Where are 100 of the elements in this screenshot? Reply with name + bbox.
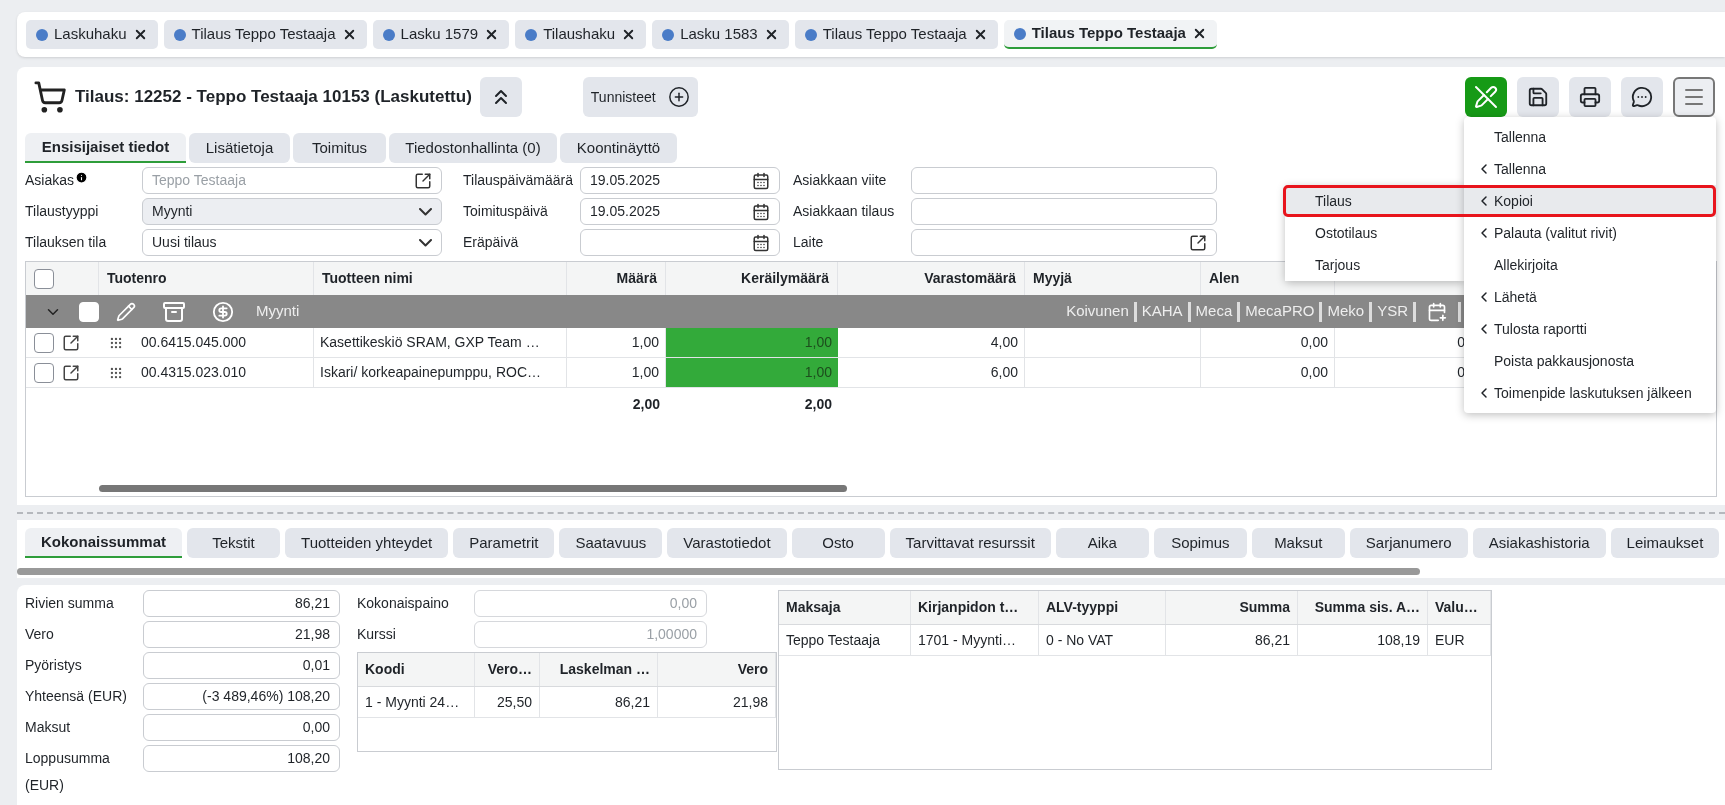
menu-item[interactable]: Allekirjoita [1464,249,1716,281]
comment-button[interactable] [1621,77,1663,117]
tab[interactable]: Aika [1055,528,1149,558]
tab-label[interactable]: Tilaus Teppo Testaaja [1031,22,1186,45]
column-header[interactable]: Vero… [487,659,532,680]
column-header[interactable]: Summa [1239,597,1290,618]
tab[interactable]: Sarjanumero [1349,528,1468,558]
column-header[interactable]: Kirjanpidon t… [918,597,1019,618]
menu-item[interactable]: Poista pakkausjonosta [1464,345,1716,377]
drag-handle-icon[interactable] [109,335,123,350]
tab[interactable]: Kokonaissummat [25,528,183,558]
tab[interactable]: Saatavuus [559,528,663,558]
tab[interactable]: Tekstit [187,528,281,558]
tab[interactable]: Ensisijaiset tiedot [25,133,186,163]
external-link-icon[interactable] [414,171,432,190]
tab[interactable]: Parametrit [453,528,555,558]
document-tab[interactable]: Tilaushaku [515,20,647,49]
tags-button[interactable]: Tunnisteet [582,77,698,117]
menu-item-label[interactable]: Tallenna [1494,158,1547,180]
archive-box-icon[interactable] [162,299,186,324]
scrollbar[interactable] [17,568,1420,575]
tab[interactable]: Tiedostonhallinta (0) [389,133,557,163]
print-button[interactable] [1569,77,1611,117]
document-tab[interactable]: Tilaus Teppo Testaaja [794,20,998,49]
pencil-icon[interactable] [116,301,136,322]
document-tab[interactable]: Laskuhaku [26,20,158,49]
menu-item-label[interactable]: Allekirjoita [1494,254,1558,276]
menu-item[interactable]: Lähetä [1464,281,1716,313]
tab[interactable]: Varastotiedot [667,528,787,558]
tab-label[interactable]: Lasku 1583 [680,23,758,46]
menu-item[interactable]: Ostotilaus [1285,217,1464,249]
tab[interactable]: Tarvittavat resurssit [889,528,1051,558]
input-field[interactable] [911,167,1217,194]
drag-handle-icon[interactable] [109,365,123,380]
menu-item[interactable]: Tallenna [1464,153,1716,185]
column-header[interactable]: Laskelman … [559,659,650,680]
column-header[interactable]: ALV-tyyppi [1046,597,1119,618]
menu-item-label[interactable]: Tallenna [1494,126,1547,148]
dropdown[interactable]: Uusi tilaus [142,229,442,256]
tab-label[interactable]: Laskuhaku [54,23,127,46]
collapse-button[interactable] [479,77,522,117]
column-header[interactable]: Tuotteen nimi [322,268,413,289]
calendar-plus-icon[interactable] [1427,301,1447,322]
column-header[interactable]: Määrä [616,268,657,289]
document-tab[interactable]: Lasku 1583 [652,20,789,49]
column-header[interactable]: Myyjä [1033,268,1072,289]
column-header[interactable]: Keräilymäärä [741,268,829,289]
external-link-icon[interactable] [1189,233,1207,252]
column-header[interactable]: Vero [737,659,768,680]
menu-item-label[interactable]: Palauta (valitut rivit) [1494,222,1617,244]
tab[interactable]: Lisätietoja [189,133,290,163]
calendar-icon[interactable] [752,233,770,252]
menu-item-label[interactable]: Toimenpide laskutuksen jälkeen [1494,382,1692,404]
column-header[interactable]: Tuotenro [107,268,167,289]
tab[interactable]: Tuotteiden yhteydet [285,528,449,558]
menu-item-label[interactable]: Poista pakkausjonosta [1494,350,1635,372]
column-header[interactable]: Varastomäärä [924,268,1016,289]
dollar-icon[interactable] [212,300,234,323]
document-tab[interactable]: Tilaus Teppo Testaaja [163,20,367,49]
tab-label[interactable]: Lasku 1579 [400,23,479,46]
menu-item[interactable]: Tulosta raportti [1464,313,1716,345]
column-header[interactable]: Koodi [365,659,405,680]
tab-label[interactable]: Tilaus Teppo Testaaja [822,23,967,46]
calendar-icon[interactable] [752,171,770,190]
tab[interactable]: Koontinäyttö [560,133,677,163]
menu-button[interactable] [1673,77,1715,117]
menu-item-label[interactable]: Kopioi [1494,190,1533,212]
menu-item-label[interactable]: Tulosta raportti [1494,318,1587,340]
menu-item[interactable]: Toimenpide laskutuksen jälkeen [1464,377,1716,409]
document-tab[interactable]: Lasku 1579 [372,20,510,49]
document-tab[interactable]: Tilaus Teppo Testaaja [1003,20,1217,49]
tab-label[interactable]: Tilaus Teppo Testaaja [191,23,336,46]
menu-item-label[interactable]: Lähetä [1494,286,1537,308]
input-field[interactable] [911,229,1217,256]
column-header[interactable]: Valu… [1435,597,1478,618]
column-header[interactable]: Summa sis. A… [1314,597,1420,618]
date-field[interactable]: 19.05.2025 [580,198,780,225]
menu-item[interactable]: Palauta (valitut rivit) [1464,217,1716,249]
column-header[interactable]: Maksaja [786,597,841,618]
scrollbar[interactable] [99,485,847,492]
checkbox[interactable] [34,362,54,383]
tab[interactable]: Asiakashistoria [1472,528,1606,558]
checkbox[interactable] [34,332,54,353]
column-header[interactable]: Alen [1209,268,1240,289]
calendar-icon[interactable] [752,202,770,221]
tab[interactable]: Maksut [1251,528,1345,558]
menu-item[interactable]: Tarjous [1285,249,1464,281]
date-field[interactable] [580,229,780,256]
checkbox[interactable] [34,268,54,289]
menu-item[interactable]: Tallenna [1464,121,1716,153]
tab[interactable]: Sopimus [1153,528,1247,558]
tab[interactable]: Leimaukset [1610,528,1720,558]
date-field[interactable]: 19.05.2025 [580,167,780,194]
tab-label[interactable]: Tilaushaku [543,23,616,46]
save-button[interactable] [1517,77,1559,117]
tab[interactable]: Osto [791,528,885,558]
tab[interactable]: Toimitus [293,133,386,163]
external-link-icon[interactable] [62,333,80,352]
sign-toggle-button[interactable] [1465,77,1507,117]
input-field[interactable] [911,198,1217,225]
